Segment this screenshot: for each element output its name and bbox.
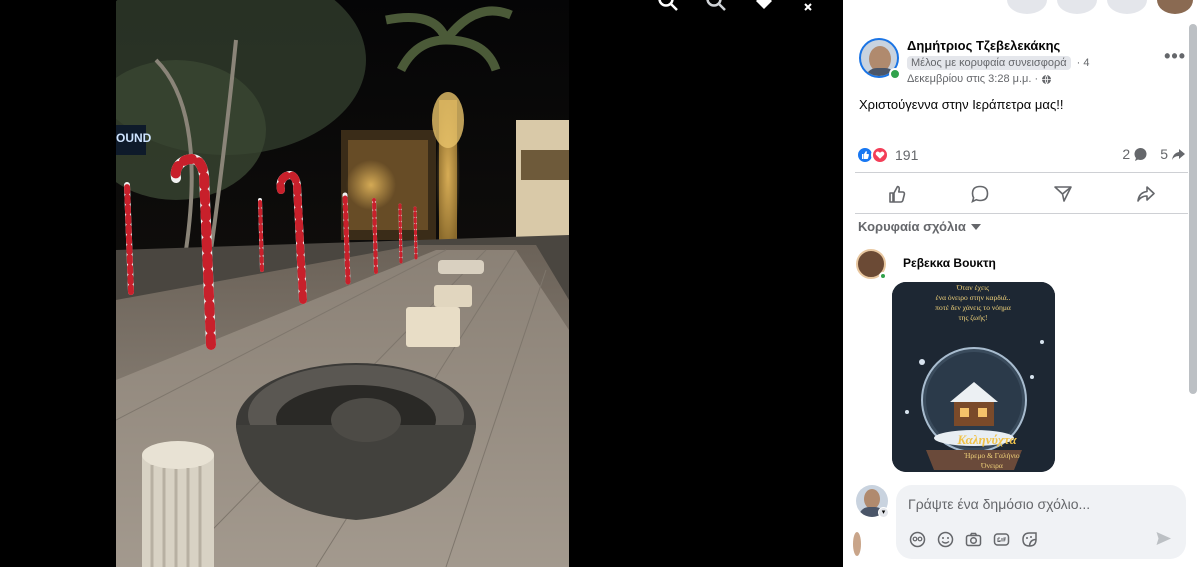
share-arrow-icon — [1172, 148, 1185, 160]
photo-viewer: OUND — [0, 0, 843, 567]
shop-sign-text: OUND — [116, 131, 152, 145]
comment-sticker-image[interactable]: Όταν έχεις ένα όνειρο στην καρδιά.. ποτέ… — [892, 282, 1055, 472]
emoji-icon[interactable] — [936, 530, 955, 549]
reaction-count: 191 — [895, 147, 919, 163]
comment-input-placeholder: Γράψτε ένα δημόσιο σχόλιο... — [908, 496, 1091, 512]
commenter-name[interactable]: Ρεβεκκα Βουκτη — [903, 256, 996, 279]
online-status-dot — [889, 68, 901, 80]
sticker-line-1: Όταν έχεις — [956, 283, 989, 292]
sticker-icon[interactable] — [1020, 530, 1039, 549]
partial-avatar — [853, 532, 861, 556]
sticker-line-2: ένα όνειρο στην καρδιά.. — [936, 293, 1011, 302]
sticker-line-3: ποτέ δεν χάνεις το νόημα — [935, 303, 1011, 312]
snow-globe-image: Όταν έχεις ένα όνειρο στην καρδιά.. ποτέ… — [892, 282, 1055, 472]
share-count[interactable]: 5 — [1160, 146, 1186, 162]
zoom-in-icon[interactable] — [655, 0, 681, 14]
love-reaction-icon — [871, 146, 889, 164]
comment-composer: ▾ — [856, 485, 889, 518]
post-caption: Χριστούγεννα στην Ιεράπετρα μας!! — [859, 97, 1064, 112]
share-count-value: 5 — [1160, 146, 1168, 162]
divider — [855, 213, 1188, 214]
like-button[interactable] — [877, 178, 917, 210]
comment-count[interactable]: 2 — [1122, 146, 1148, 162]
sticker-line-4: της ζωής! — [959, 313, 988, 322]
post-action-bar — [855, 176, 1188, 212]
engagement-counts: 2 5 — [1122, 146, 1186, 162]
viewer-toolbar — [655, 0, 825, 14]
commenter-avatar[interactable] — [856, 249, 887, 280]
comment-button[interactable] — [960, 178, 1000, 210]
comment-item: Ρεβεκκα Βουκτη — [856, 249, 996, 280]
send-comment-button[interactable] — [1155, 530, 1172, 552]
divider — [855, 172, 1188, 173]
send-arrow-icon — [1156, 532, 1171, 545]
comment-bubble-icon — [1134, 147, 1147, 161]
more-options-button[interactable]: ••• — [1164, 46, 1186, 67]
globe-icon — [1042, 74, 1052, 85]
chevron-down-icon — [970, 223, 981, 230]
post-photo[interactable]: OUND — [116, 0, 569, 567]
author-name[interactable]: Δημήτριος Τζεβελεκάκης — [907, 38, 1089, 53]
like-icon — [888, 185, 905, 203]
comment-icon — [971, 185, 989, 203]
account-avatar[interactable] — [1157, 0, 1193, 14]
messenger-button[interactable] — [1057, 0, 1097, 14]
avatar-sticker-icon[interactable] — [908, 530, 927, 549]
post-header: Δημήτριος Τζεβελεκάκης Μέλος με κορυφαία… — [859, 38, 1089, 85]
sticker-bottom-2: Όνειρα — [980, 461, 1003, 470]
top-contributor-badge[interactable]: Μέλος με κορυφαία συνεισφορά — [907, 56, 1071, 70]
scrollbar[interactable] — [1189, 24, 1197, 394]
photo-scene: OUND — [116, 0, 569, 567]
comment-sort-label: Κορυφαία σχόλια — [858, 219, 966, 234]
notifications-button[interactable] — [1107, 0, 1147, 14]
send-icon — [1054, 186, 1072, 202]
camera-icon[interactable] — [964, 530, 983, 549]
composer-tools — [908, 530, 1039, 549]
send-button[interactable] — [1043, 178, 1083, 210]
sticker-bottom-1: Ήρεμο & Γαλήνιο — [963, 451, 1019, 460]
chevron-down-icon[interactable]: ▾ — [878, 507, 889, 518]
gif-icon[interactable] — [992, 530, 1011, 549]
reactions-summary[interactable]: 191 — [856, 146, 918, 164]
share-icon — [1137, 186, 1156, 202]
comment-count-value: 2 — [1122, 146, 1131, 162]
comment-sort-dropdown[interactable]: Κορυφαία σχόλια — [858, 219, 981, 234]
post-timestamp[interactable]: Δεκεμβρίου στις 3:28 μ.μ. · — [907, 73, 1038, 85]
comment-input[interactable]: Γράψτε ένα δημόσιο σχόλιο... — [896, 485, 1186, 559]
fullscreen-icon[interactable] — [799, 0, 825, 14]
sticker-title: Καληνύχτα — [956, 432, 1017, 447]
tag-icon[interactable] — [751, 0, 777, 14]
header-actions — [1007, 0, 1193, 14]
menu-grid-button[interactable] — [1007, 0, 1047, 14]
post-side-panel: Δημήτριος Τζεβελεκάκης Μέλος με κορυφαία… — [843, 0, 1200, 567]
share-button[interactable] — [1126, 178, 1166, 210]
zoom-out-icon[interactable] — [703, 0, 729, 14]
date-prefix: · 4 — [1076, 57, 1090, 69]
